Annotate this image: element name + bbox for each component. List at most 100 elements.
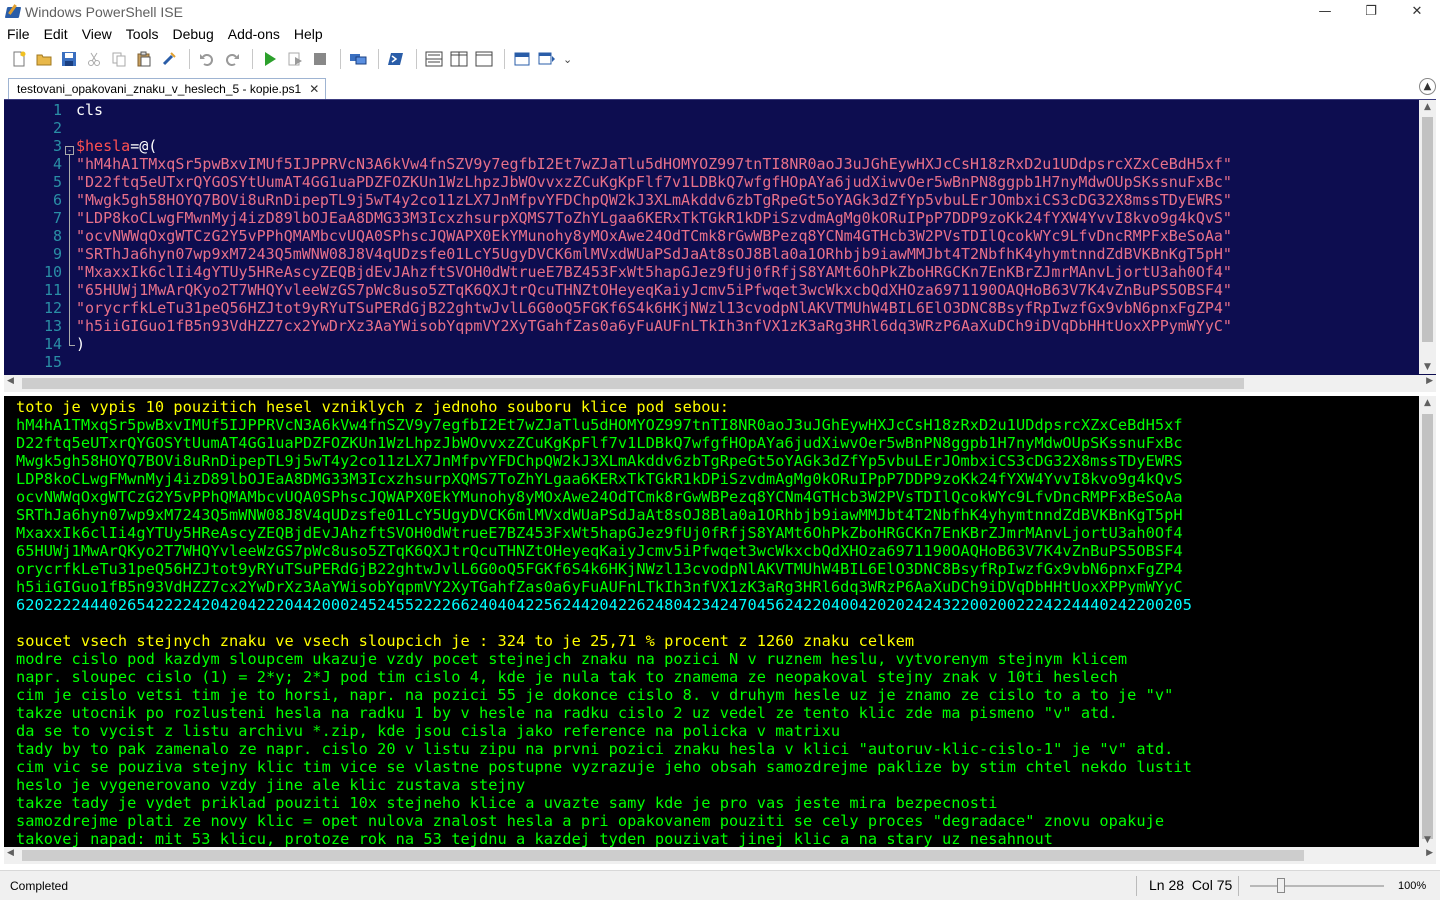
scroll-thumb[interactable] xyxy=(22,378,1244,389)
scroll-right-icon[interactable]: ▶ xyxy=(1426,848,1433,858)
script-tab-strip: testovani_opakovani_znaku_v_heslech_5 - … xyxy=(0,73,1440,99)
scroll-thumb[interactable] xyxy=(1422,117,1433,342)
cursor-position: Ln 28 Col 75 xyxy=(1149,877,1233,893)
console-summary: soucet vsech stejnych znaku ve vsech slo… xyxy=(16,632,915,650)
scroll-left-icon[interactable]: ◀ xyxy=(7,376,14,386)
stop-icon[interactable] xyxy=(309,48,331,70)
title-bar: Windows PowerShell ISE — ❐ ✕ xyxy=(0,0,1440,23)
toolbar-separator xyxy=(252,49,253,69)
line-number: 5 xyxy=(52,173,62,191)
status-separator xyxy=(1136,876,1137,896)
start-powershell-icon[interactable] xyxy=(385,48,407,70)
toolbar: ⌄ xyxy=(0,45,1440,73)
tab-script-file[interactable]: testovani_opakovani_znaku_v_heslech_5 - … xyxy=(8,78,327,99)
code-string: "Mwgk5gh58HOYQ7BOVi8uRnDipepTL9j5wT4y2co… xyxy=(76,191,1232,209)
console-note-line: tady by to pak zamenalo ze napr. cislo 2… xyxy=(16,740,1174,758)
zoom-slider-track[interactable] xyxy=(1250,885,1384,887)
editor-horizontal-scrollbar[interactable]: ◀ ▶ xyxy=(4,375,1436,392)
show-command-addon-icon[interactable] xyxy=(536,48,558,70)
line-number: 2 xyxy=(52,119,62,137)
console-password-line: LDP8koCLwgFMwnMyj4izD89lbOJEaA8DMG33M3Ic… xyxy=(16,470,1183,488)
tab-label: testovani_opakovani_znaku_v_heslech_5 - … xyxy=(17,82,302,96)
console-horizontal-scrollbar[interactable]: ◀ ▶ xyxy=(4,847,1436,864)
powershell-ise-icon xyxy=(4,3,22,20)
scroll-left-icon[interactable]: ◀ xyxy=(7,848,14,858)
status-separator xyxy=(1238,876,1239,896)
code-close-paren: ) xyxy=(76,335,86,353)
code-string: "h5iiGIGuo1fB5n93VdHZZ7cx2YwDrXz3AaYWiso… xyxy=(76,317,1232,335)
status-text: Completed xyxy=(10,879,69,893)
show-command-window-icon[interactable] xyxy=(511,48,533,70)
console-note-line: napr. sloupec cislo (1) = 2*y; 2*J pod t… xyxy=(16,668,1118,686)
save-icon[interactable] xyxy=(58,48,80,70)
menu-addons[interactable]: Add-ons xyxy=(221,23,287,45)
clear-console-icon[interactable] xyxy=(158,48,180,70)
show-script-pane-max-icon[interactable] xyxy=(473,48,495,70)
code-string: "65HUWj1MwArQKyo2T7WHQYvleeWzGS7pWc8uso5… xyxy=(76,281,1232,299)
copy-icon[interactable] xyxy=(108,48,130,70)
show-script-pane-right-icon[interactable] xyxy=(448,48,470,70)
code-line: $hesla=@( xyxy=(76,137,157,155)
scroll-thumb[interactable] xyxy=(22,850,1304,861)
console-header: toto je vypis 10 pouzitich hesel vznikly… xyxy=(16,398,729,416)
zoom-slider-thumb[interactable] xyxy=(1277,878,1285,893)
console-pane[interactable]: toto je vypis 10 pouzitich hesel vznikly… xyxy=(4,396,1436,847)
line-number: 4 xyxy=(52,155,62,173)
run-script-icon[interactable] xyxy=(259,48,281,70)
script-editor[interactable]: 1 2 3 4 5 6 7 8 9 10 11 12 13 14 15 - cl… xyxy=(4,99,1436,375)
scroll-up-icon[interactable]: ▲ xyxy=(1419,398,1436,408)
toolbar-overflow-button[interactable]: ⌄ xyxy=(563,53,572,66)
console-note-line: cim je cislo vetsi tim je to horsi, napr… xyxy=(16,686,1174,704)
code-line: cls xyxy=(76,101,103,119)
toolbar-separator xyxy=(416,49,417,69)
restore-button[interactable]: ❐ xyxy=(1348,0,1394,23)
scroll-down-icon[interactable]: ▼ xyxy=(1419,835,1436,845)
console-vertical-scrollbar[interactable]: ▲ ▼ xyxy=(1419,396,1436,847)
collapse-script-pane-icon[interactable]: ▲ xyxy=(1419,78,1436,95)
window-controls: — ❐ ✕ xyxy=(1302,0,1440,23)
line-number: 14 xyxy=(43,335,62,353)
console-note-line: da se to vycist z listu archivu *.zip, k… xyxy=(16,722,841,740)
open-folder-icon[interactable] xyxy=(33,48,55,70)
fold-toggle-icon[interactable]: - xyxy=(65,146,74,155)
line-number: 15 xyxy=(43,353,62,371)
menu-debug[interactable]: Debug xyxy=(165,23,220,45)
scroll-up-icon[interactable]: ▲ xyxy=(1419,102,1436,112)
show-script-pane-top-icon[interactable] xyxy=(423,48,445,70)
console-counts-line: 6202222444026542222420420422204420002452… xyxy=(16,596,1192,614)
menu-file[interactable]: File xyxy=(0,23,37,45)
menu-bar: File Edit View Tools Debug Add-ons Help xyxy=(0,23,1440,45)
line-number: 6 xyxy=(52,191,62,209)
line-number: 13 xyxy=(43,317,62,335)
line-number: 9 xyxy=(52,245,62,263)
new-remote-tab-icon[interactable] xyxy=(347,48,369,70)
console-password-line: orycrfkLeTu31peQ56HZJtot9yRYuTSuPERdGjB2… xyxy=(16,560,1183,578)
cut-icon[interactable] xyxy=(83,48,105,70)
code-string: "ocvNWWqOxgWTCzG2Y5vPPhQMAMbcvUQA0SPhscJ… xyxy=(76,227,1232,245)
new-file-icon[interactable] xyxy=(8,48,30,70)
console-password-line: 65HUWj1MwArQKyo2T7WHQYvleeWzGS7pWc8uso5Z… xyxy=(16,542,1183,560)
editor-vertical-scrollbar[interactable]: ▲ ▼ xyxy=(1419,100,1436,374)
paste-icon[interactable] xyxy=(133,48,155,70)
undo-icon[interactable] xyxy=(196,48,218,70)
console-note-line: samozdrejme plati ze novy klic = opet nu… xyxy=(16,812,1165,830)
run-selection-icon[interactable] xyxy=(284,48,306,70)
toolbar-separator xyxy=(378,49,379,69)
redo-icon[interactable] xyxy=(221,48,243,70)
line-number: 8 xyxy=(52,227,62,245)
console-password-line: D22ftq5eUTxrQYGOSYtUumAT4GG1uaPDZFOZKUn1… xyxy=(16,434,1183,452)
menu-tools[interactable]: Tools xyxy=(119,23,166,45)
console-password-line: hM4hA1TMxqSr5pwBxvIMUf5IJPPRVcN3A6kVw4fn… xyxy=(16,416,1183,434)
minimize-button[interactable]: — xyxy=(1302,0,1348,23)
menu-edit[interactable]: Edit xyxy=(37,23,75,45)
scroll-down-icon[interactable]: ▼ xyxy=(1419,362,1436,372)
close-button[interactable]: ✕ xyxy=(1394,0,1440,23)
scroll-right-icon[interactable]: ▶ xyxy=(1426,376,1433,386)
menu-help[interactable]: Help xyxy=(287,23,330,45)
console-note-line: cim vic se pouziva stejny klic tim vice … xyxy=(16,758,1192,776)
console-note-line: takovej napad: mit 53 klicu, protoze rok… xyxy=(16,830,1054,847)
tab-close-icon[interactable]: ✕ xyxy=(309,82,319,96)
menu-view[interactable]: View xyxy=(75,23,119,45)
console-note-line: heslo je vygenerovano vzdy jine ale klic… xyxy=(16,776,526,794)
scroll-thumb[interactable] xyxy=(1422,414,1433,839)
